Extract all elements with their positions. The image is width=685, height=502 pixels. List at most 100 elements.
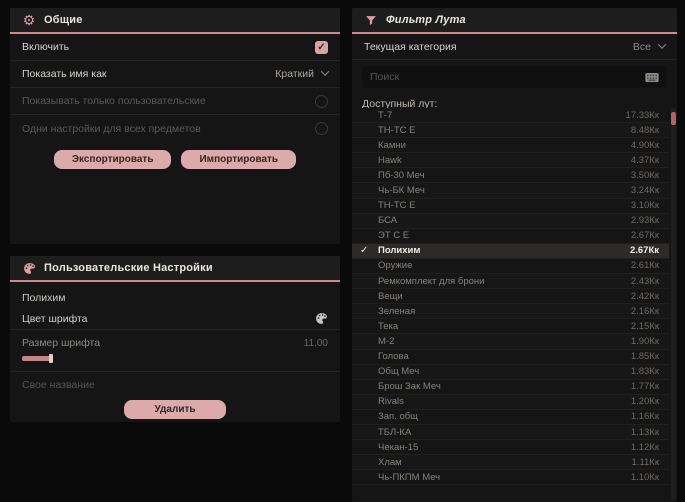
loot-item-name: Rivals — [378, 396, 404, 408]
loot-item-value: 3.24Кк — [630, 185, 659, 197]
loot-list-item[interactable]: Тека 2.15Кк — [352, 319, 669, 335]
user-settings-panel: Пользовательские Настройки Полихим Цвет … — [10, 256, 340, 422]
color-palette-icon[interactable] — [315, 312, 328, 325]
loot-item-name: Чь-ПКПМ Меч — [378, 471, 441, 483]
same-settings-checkbox[interactable] — [315, 122, 328, 135]
delete-button[interactable]: Удалить — [124, 400, 226, 419]
loot-item-name: БСА — [378, 215, 398, 227]
loot-item-name: ТН-ТС Е — [378, 124, 416, 136]
category-dropdown[interactable]: Все — [633, 39, 667, 53]
paint-palette-icon — [22, 261, 36, 275]
loot-list-scrollbar[interactable] — [671, 108, 676, 500]
loot-item-value: 4.90Кк — [630, 139, 659, 151]
setting-row-only-custom: Показывать только пользовательские — [10, 88, 340, 115]
loot-list-item[interactable]: ТН-ТС Е 3.10Кк — [352, 198, 669, 214]
loot-list-item[interactable]: Чь-ПКПМ Меч 1.10Кк — [352, 470, 669, 486]
scrollbar-thumb[interactable] — [671, 112, 676, 125]
loot-list-item[interactable]: Вещи 2.42Кк — [352, 289, 669, 305]
loot-item-value: 3.10Кк — [630, 200, 659, 212]
funnel-icon — [364, 13, 378, 27]
loot-item-value: 2.93Кк — [630, 215, 659, 227]
setting-row-same-settings: Одни настройки для всех предметов — [10, 115, 340, 142]
loot-item-name: Голова — [378, 351, 409, 363]
custom-name-row — [10, 372, 340, 398]
keyboard-icon[interactable] — [645, 72, 659, 83]
loot-item-value: 2.42Кк — [630, 290, 659, 302]
loot-item-name: ТБЛ-КА — [378, 426, 412, 438]
slider-handle[interactable] — [49, 354, 53, 363]
loot-list: Т-7 17.33Кк ТН-ТС Е 8.48Кк Камни 4.90Кк Hawk 4.… — [352, 108, 669, 502]
loot-item-name: ЭТ С Е — [378, 230, 410, 242]
font-size-label: Размер шрифта — [22, 337, 101, 349]
loot-list-item[interactable]: Чекан-15 1.12Кк — [352, 440, 669, 456]
loot-list-item[interactable]: Т-7 17.33Кк — [352, 108, 669, 124]
loot-item-value: 2.67Кк — [630, 230, 659, 242]
custom-name-input[interactable] — [22, 379, 328, 391]
loot-item-name: Полихим — [378, 245, 421, 257]
loot-list-item[interactable]: Чь-БК Меч 3.24Кк — [352, 183, 669, 199]
loot-item-value: 3.50Кк — [630, 169, 659, 181]
export-import-row: Экспортировать Импортировать — [10, 142, 340, 169]
only-custom-checkbox[interactable] — [315, 94, 328, 108]
font-color-label: Цвет шрифта — [22, 312, 88, 325]
loot-item-name: Тека — [378, 320, 399, 332]
name-mode-dropdown[interactable]: Краткий — [275, 67, 330, 80]
loot-list-item[interactable]: ТБЛ-КА 1.13Кк — [352, 424, 669, 441]
loot-item-name: Hawk — [378, 154, 402, 166]
font-size-slider[interactable] — [22, 354, 53, 363]
same-settings-label: Одни настройки для всех предметов — [22, 122, 201, 135]
loot-list-item[interactable]: Зеленая 2.16Кк — [352, 304, 669, 320]
enable-label: Включить — [22, 41, 70, 53]
loot-list-item[interactable]: Брош Зак Меч 1.77Кк — [352, 379, 669, 395]
loot-filter-panel-header: Фильтр Лута — [352, 8, 677, 34]
loot-item-value: 1.77Кк — [630, 381, 659, 393]
loot-item-name: Хлам — [378, 456, 402, 468]
loot-list-item[interactable]: Оружие 2.61Кк — [352, 258, 669, 275]
loot-item-name: Камни — [378, 139, 406, 151]
export-button[interactable]: Экспортировать — [53, 150, 172, 169]
search-input[interactable] — [370, 71, 637, 83]
loot-list-item[interactable]: Rivals 1.20Кк — [352, 394, 669, 410]
loot-list-item[interactable]: ✓ Полихим 2.67Кк — [352, 243, 669, 259]
loot-list-item[interactable]: Зап. общ 1.16Кк — [352, 409, 669, 425]
loot-list-item[interactable]: Пб-30 Меч 3.50Кк — [352, 168, 669, 184]
search-box[interactable] — [362, 66, 667, 88]
loot-list-item[interactable]: Общ Меч 1.83Кк — [352, 364, 669, 380]
loot-list-item[interactable]: Камни 4.90Кк — [352, 138, 669, 154]
enable-checkbox[interactable]: ✓ — [315, 40, 328, 54]
only-custom-label: Показывать только пользовательские — [22, 95, 206, 107]
delete-row: Удалить — [10, 398, 340, 419]
font-size-row: Размер шрифта 11.00 — [10, 330, 340, 372]
loot-list-item[interactable]: ТН-ТС Е 8.48Кк — [352, 123, 669, 139]
loot-item-name: Оружие — [378, 260, 413, 272]
loot-item-value: 2.43Кк — [630, 275, 659, 287]
general-panel-header: ⚙ Общие — [10, 8, 340, 34]
loot-list-item[interactable]: БСА 2.93Кк — [352, 213, 669, 229]
loot-list-item[interactable]: М-2 1.90Кк — [352, 334, 669, 350]
loot-item-name: Брош Зак Меч — [378, 381, 441, 393]
gear-icon: ⚙ — [22, 12, 36, 28]
loot-item-name: Зап. общ — [378, 411, 418, 423]
loot-item-value: 4.37Кк — [630, 154, 659, 166]
loot-list-item[interactable]: Hawk 4.37Кк — [352, 153, 669, 169]
loot-list-item[interactable]: Голова 1.85Кк — [352, 349, 669, 365]
loot-list-item[interactable]: ЭТ С Е 2.67Кк — [352, 228, 669, 244]
user-settings-panel-header: Пользовательские Настройки — [10, 256, 340, 282]
loot-filter-panel-title: Фильтр Лута — [386, 14, 466, 26]
loot-list-item[interactable]: Хлам 1.11Кк — [352, 455, 669, 471]
loot-item-value: 1.16Кк — [630, 411, 659, 423]
font-color-row: Цвет шрифта — [10, 308, 340, 330]
loot-filter-panel: Фильтр Лута Текущая категория Все Доступ… — [352, 8, 677, 502]
loot-item-name: Ремкомплект для брони — [378, 275, 485, 287]
loot-item-value: 1.13Кк — [630, 426, 659, 438]
loot-item-value: 2.61Кк — [630, 260, 659, 272]
loot-item-value: 1.85Кк — [630, 351, 659, 363]
import-button[interactable]: Импортировать — [181, 150, 297, 169]
loot-item-name: Чь-БК Меч — [378, 185, 425, 197]
loot-item-name: Т-7 — [378, 109, 393, 121]
loot-list-item[interactable]: Ремкомплект для брони 2.43Кк — [352, 274, 669, 290]
loot-item-value: 17.33Кк — [625, 109, 659, 121]
loot-item-value: 2.15Кк — [630, 320, 659, 332]
loot-item-value: 2.67Кк — [629, 245, 659, 257]
general-panel-title: Общие — [44, 14, 83, 26]
